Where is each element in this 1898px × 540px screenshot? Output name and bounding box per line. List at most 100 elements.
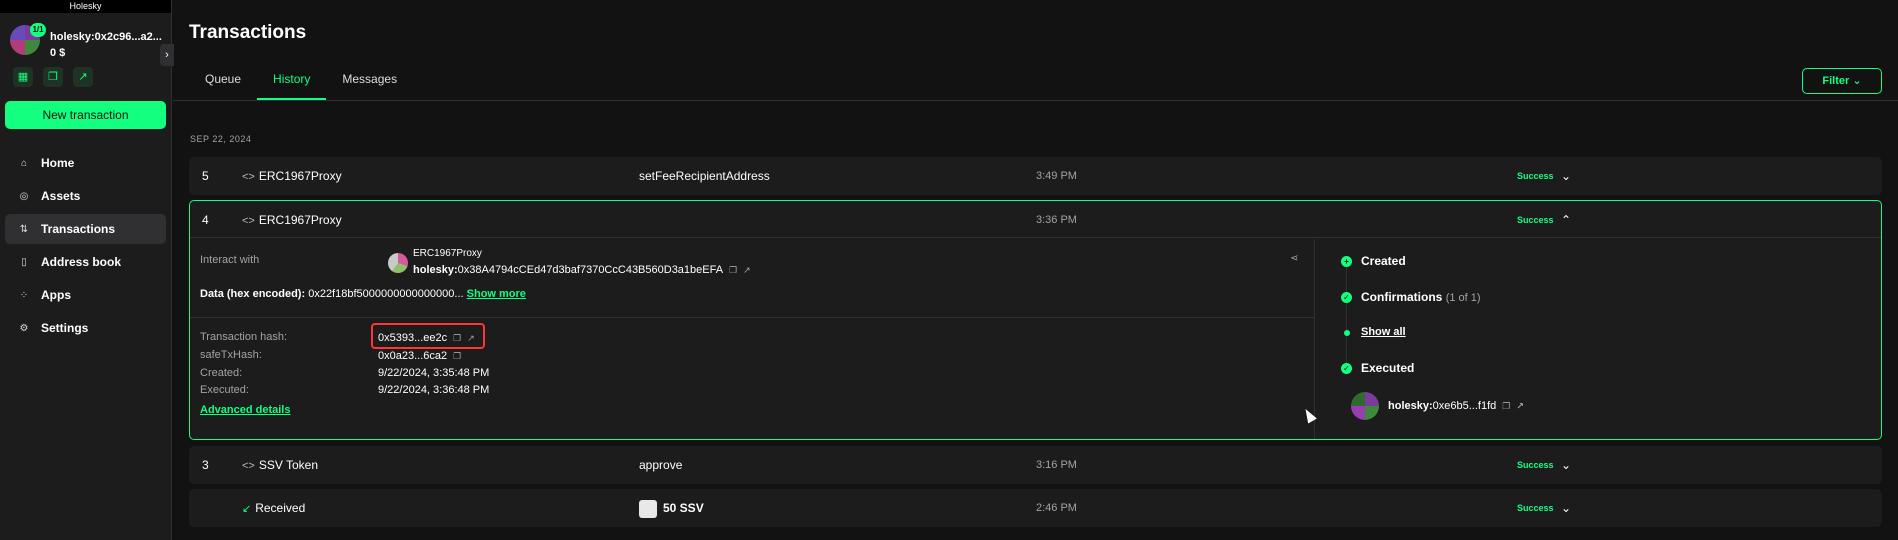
sidebar-item-apps[interactable]: ⁘ Apps [5,280,166,310]
new-transaction-button[interactable]: New transaction [5,101,166,129]
tx-nonce: 3 [202,458,209,472]
app: Holesky 1/1 holesky:0x2c96...a2... 0 $ ›… [0,0,1898,540]
safe-tx-hash: 0x0a23...6ca2 ❐ [378,350,461,362]
divider [173,100,1898,101]
chevron-down-icon[interactable]: ⌄ [1561,157,1571,195]
tx-info-label: SSV Token [258,458,319,472]
tab-messages[interactable]: Messages [326,66,413,100]
contract-avatar [388,253,408,273]
created-step: Created [1361,254,1406,268]
address-book-icon: ▯ [21,256,27,268]
tx-row-4-expanded: 4 <> ERC1967Proxy 3:36 PM Success ⌃ Inter… [189,200,1882,440]
sidebar-item-label: Apps [41,288,71,302]
quick-actions: ▦ ❐ ↗ [13,67,93,87]
tx-nonce: 4 [202,213,209,227]
tx-row-5[interactable]: 5 <> ERC1967Proxy setFeeRecipientAddress … [189,157,1882,195]
page-title: Transactions [189,22,307,43]
tx-details: Interact with ERC1967Proxy holesky:0x38A… [190,239,1315,439]
chevron-up-icon[interactable]: ⌃ [1561,201,1571,239]
data-value: 0x22f18bf5000000000000000... [308,288,464,300]
data-label: Data (hex encoded): [200,288,306,300]
signer-avatar [1351,392,1379,420]
tab-queue[interactable]: Queue [189,66,257,100]
sidebar-item-transactions[interactable]: ⇅ Transactions [5,214,166,244]
sidebar-item-settings[interactable]: ⚙ Settings [5,313,166,343]
chevron-down-icon[interactable]: ⌄ [1561,446,1571,484]
tx-info-label: ERC1967Proxy [258,213,342,227]
executed-label: Executed: [200,384,249,396]
tx-status: Success [1517,171,1554,181]
external-link-icon[interactable]: ↗ [743,265,751,276]
share-icon[interactable]: ⋖ [1290,253,1298,264]
tx-time: 3:49 PM [1036,170,1077,182]
tx-time: 3:16 PM [1036,459,1077,471]
filter-button[interactable]: Filter ⌄ [1802,68,1882,94]
copy-icon[interactable]: ❐ [1502,401,1510,412]
chevron-down-icon: ⌄ [1852,75,1862,87]
divider [190,317,1315,318]
tx-hash-label: Transaction hash: [200,331,288,343]
safe-address: holesky:0x2c96...a2... [50,31,162,43]
code-icon: <> [242,215,255,227]
code-icon: <> [242,171,255,183]
tab-history[interactable]: History [257,66,327,100]
sidebar-item-address-book[interactable]: ▯ Address book [5,247,166,277]
show-more-link[interactable]: Show more [467,288,526,300]
show-all-link[interactable]: Show all [1361,326,1406,338]
confirmations-count: (1 of 1) [1445,292,1481,304]
copy-icon[interactable]: ❐ [453,351,461,362]
ssv-token-icon [639,499,657,518]
sidebar-item-home[interactable]: ⌂ Home [5,148,166,178]
signer-value: 0xe6b5...f1fd [1432,400,1497,412]
copy-address-icon[interactable]: ❐ [43,67,63,87]
tx-nonce: 5 [202,169,209,183]
sidebar-item-label: Address book [41,255,122,269]
created-label: Created: [200,367,243,379]
sidebar-nav: ⌂ Home ◎ Assets ⇅ Transactions ▯ Address… [5,148,166,346]
sidebar-item-label: Transactions [41,222,116,236]
sidebar-item-label: Assets [41,189,81,203]
network-prefix: holesky: [413,264,458,276]
date-label: SEP 22, 2024 [190,134,252,144]
external-link-icon[interactable]: ↗ [1516,401,1524,412]
check-icon: ✓ [1341,363,1352,374]
filter-label: Filter [1822,75,1850,87]
timeline-line [1346,261,1347,371]
copy-icon[interactable]: ❐ [729,265,737,276]
sidebar-item-assets[interactable]: ◎ Assets [5,181,166,211]
data-field: Data (hex encoded): 0x22f18bf50000000000… [200,288,526,300]
sidebar: Holesky 1/1 holesky:0x2c96...a2... 0 $ ›… [0,0,174,540]
executed-step: Executed [1361,361,1415,375]
signer-prefix: holesky: [1388,400,1433,412]
sidebar-item-label: Home [41,156,75,170]
qr-code-icon[interactable]: ▦ [13,67,33,87]
tx-row-received[interactable]: ↙ Received 50 SSV 2:46 PM Success ⌄ [189,489,1882,527]
tx-status: Success [1517,503,1554,513]
tx-time: 3:36 PM [1036,214,1077,226]
tx-info: <> ERC1967Proxy [242,157,342,196]
tx-row-3[interactable]: 3 <> SSV Token approve 3:16 PM Success ⌄ [189,446,1882,484]
advanced-details-link[interactable]: Advanced details [200,404,290,416]
safe-info: 1/1 holesky:0x2c96...a2... 0 $ [0,13,171,63]
tx-header[interactable]: 4 <> ERC1967Proxy 3:36 PM Success ⌃ [190,201,1881,238]
confirmations-step: Confirmations (1 of 1) [1361,290,1481,304]
chevron-down-icon[interactable]: ⌄ [1561,489,1571,527]
tx-info: ↙ Received [242,489,305,528]
settings-icon: ⚙ [19,322,29,334]
assets-icon: ◎ [19,190,29,202]
open-safe-list-button[interactable]: › [160,44,174,66]
contract-name: ERC1967Proxy [413,248,482,259]
interact-with-label: Interact with [200,254,260,266]
tx-time: 2:46 PM [1036,502,1077,514]
safe-tx-hash-value: 0x0a23...6ca2 [378,350,448,362]
home-icon: ⌂ [20,157,28,169]
tx-amount: 50 SSV [639,489,704,527]
chevron-right-icon: › [165,49,169,61]
safe-tx-hash-label: safeTxHash: [200,349,262,361]
threshold-badge: 1/1 [30,23,46,37]
sidebar-item-label: Settings [41,321,89,335]
plus-icon: + [1341,256,1352,267]
open-explorer-icon[interactable]: ↗ [73,67,93,87]
created-value: 9/22/2024, 3:35:48 PM [378,367,490,379]
contract-address: holesky:0x38A4794cCEd47d3baf7370CcC43B56… [413,264,751,276]
